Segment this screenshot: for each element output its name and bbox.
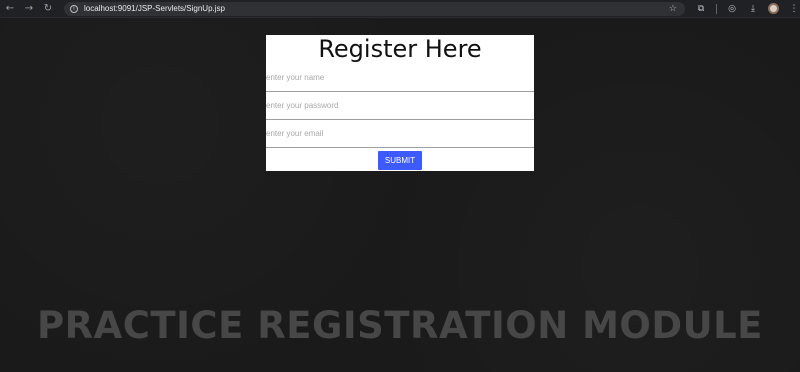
name-input[interactable] (266, 64, 534, 92)
register-form: Register Here SUBMIT (266, 35, 534, 171)
toolbar-divider (716, 3, 717, 14)
browser-toolbar: ← → ↻ i localhost:9091/JSP-Servlets/Sign… (0, 0, 800, 18)
extensions-icon[interactable]: ⧉ (695, 3, 707, 15)
bookmark-star-icon[interactable]: ☆ (669, 4, 677, 14)
submit-button[interactable]: SUBMIT (378, 151, 422, 170)
form-title: Register Here (318, 35, 482, 63)
background-heading: PRACTICE REGISTRATION MODULE (37, 304, 763, 347)
toolbar-actions: ⧉ ◎ ⤓ ⋮ (695, 3, 800, 15)
nav-buttons: ← → ↻ (2, 1, 56, 17)
address-bar[interactable]: i localhost:9091/JSP-Servlets/SignUp.jsp… (64, 1, 685, 16)
site-info-icon[interactable]: i (70, 4, 78, 13)
reload-icon[interactable]: ↻ (40, 1, 56, 17)
page-body: Register Here SUBMIT PRACTICE REGISTRATI… (0, 19, 800, 372)
profile-avatar[interactable] (768, 3, 779, 14)
submit-row: SUBMIT (266, 148, 534, 170)
forward-arrow-icon[interactable]: → (21, 1, 37, 17)
email-input[interactable] (266, 120, 534, 148)
url-text: localhost:9091/JSP-Servlets/SignUp.jsp (84, 4, 225, 13)
password-input[interactable] (266, 92, 534, 120)
more-menu-icon[interactable]: ⋮ (788, 3, 800, 15)
download-icon[interactable]: ⤓ (747, 3, 759, 15)
back-arrow-icon[interactable]: ← (2, 1, 18, 17)
media-icon[interactable]: ◎ (726, 3, 738, 15)
